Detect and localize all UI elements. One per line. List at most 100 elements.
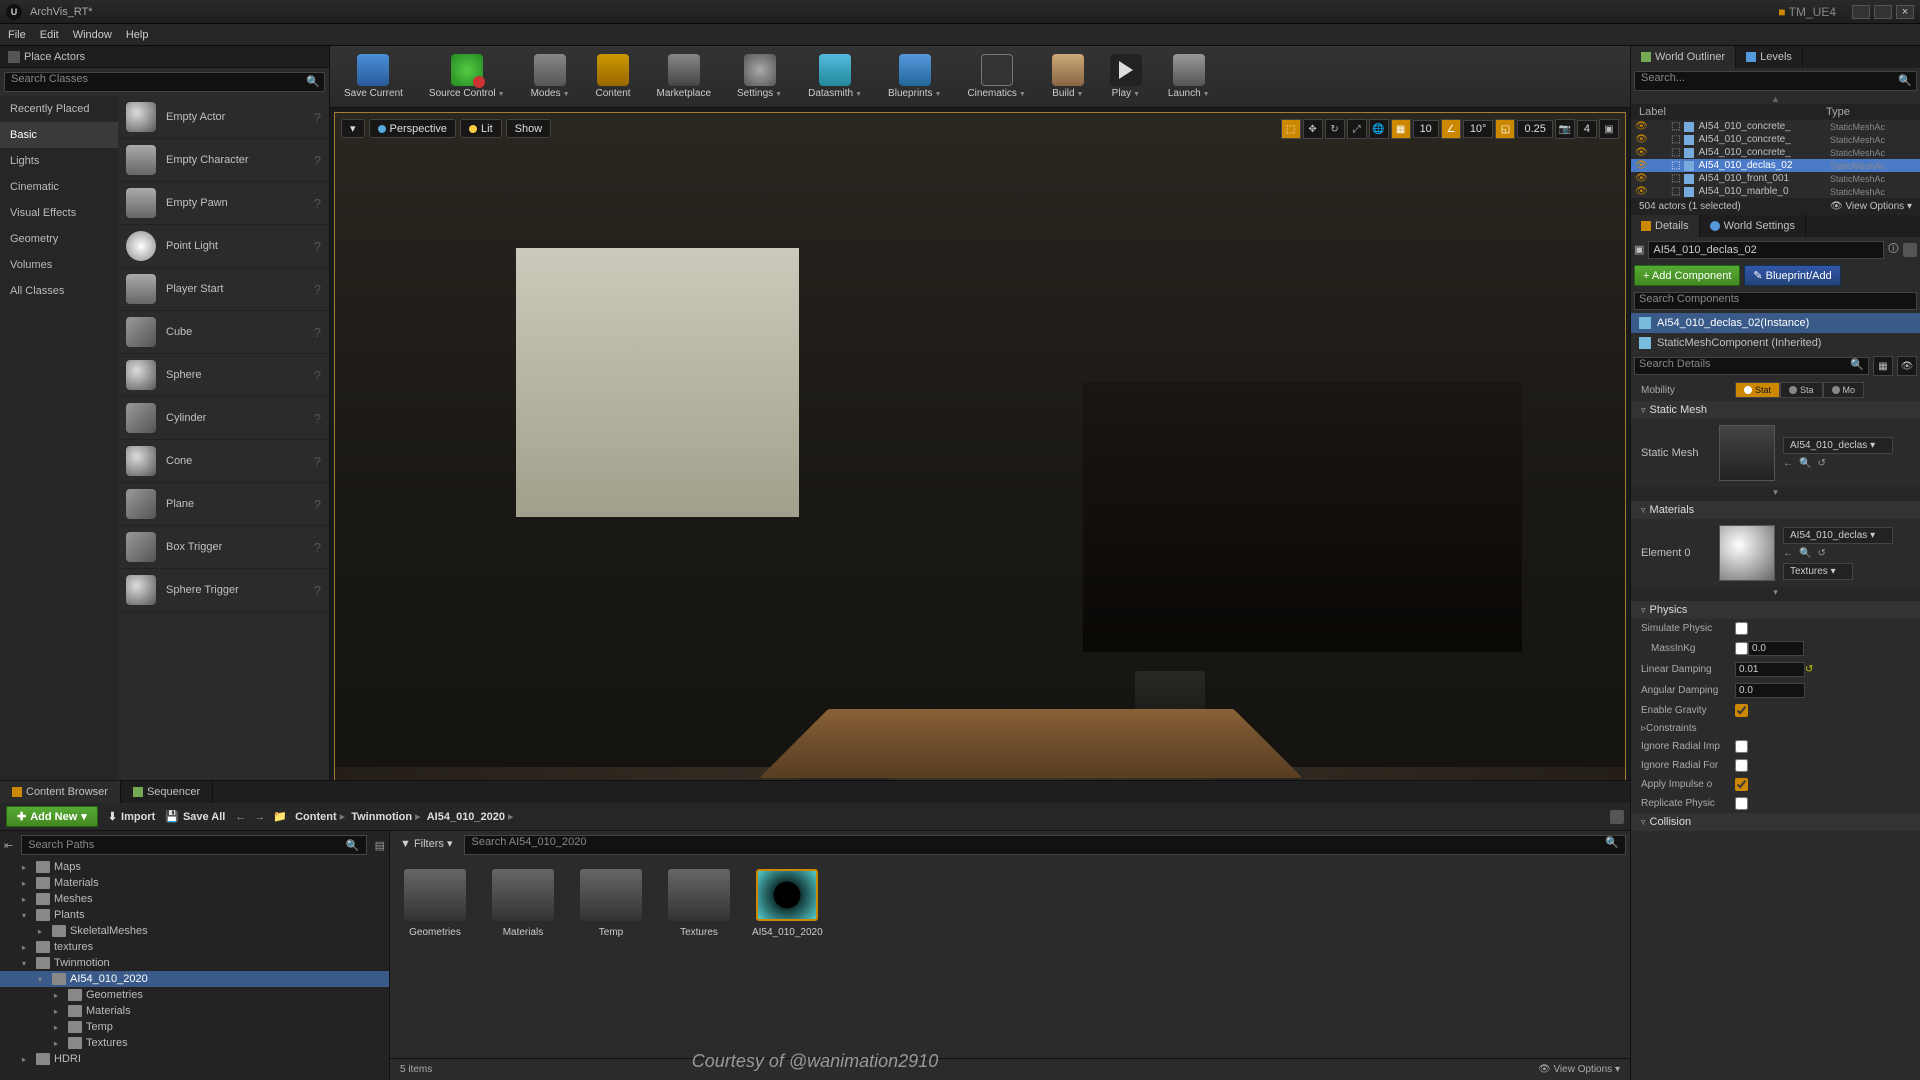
physics-section[interactable]: Physics [1631, 601, 1920, 619]
scale-snap-icon[interactable]: ◱ [1495, 119, 1515, 139]
expand-icon[interactable]: ▾ [22, 959, 32, 968]
grid-snap-value[interactable]: 10 [1413, 120, 1439, 138]
datasmith-button[interactable]: Datasmith▼ [804, 52, 866, 101]
menu-window[interactable]: Window [73, 29, 112, 41]
build-button[interactable]: Build▼ [1048, 52, 1088, 101]
visibility-icon[interactable]: 👁 [1635, 147, 1649, 158]
angle-snap-value[interactable]: 10° [1463, 120, 1494, 138]
actor-empty-actor[interactable]: Empty Actor? [118, 96, 329, 139]
help-icon[interactable]: ? [314, 454, 321, 469]
close-button[interactable]: × [1896, 5, 1914, 19]
use-selected-icon[interactable]: ← [1783, 548, 1793, 559]
expand-icon[interactable]: ▾ [22, 911, 32, 920]
outliner-row[interactable]: 👁⬚AI54_010_concrete_StaticMeshAc [1631, 120, 1920, 133]
viewport-show-button[interactable]: Show [506, 119, 552, 138]
help-icon[interactable]: ? [314, 153, 321, 168]
browse-asset-icon[interactable]: 🔍 [1799, 458, 1811, 469]
static-mesh-dropdown[interactable]: AI54_010_declas ▾ [1783, 437, 1893, 454]
actor-cube[interactable]: Cube? [118, 311, 329, 354]
content-item-materials[interactable]: Materials [488, 869, 558, 938]
ignore-radial-impulse-checkbox[interactable] [1735, 740, 1748, 753]
visibility-icon[interactable]: 👁 [1635, 173, 1649, 184]
outliner-search-input[interactable]: Search... 🔍 [1634, 71, 1917, 91]
camera-speed-value[interactable]: 4 [1577, 120, 1597, 138]
tree-node-textures[interactable]: ▸Textures [0, 1035, 389, 1051]
details-tab[interactable]: Details [1631, 215, 1700, 237]
tree-node-materials[interactable]: ▸Materials [0, 875, 389, 891]
source-control-button[interactable]: Source Control▼ [425, 52, 509, 101]
visibility-icon[interactable]: 👁 [1635, 186, 1649, 197]
search-details-input[interactable]: Search Details🔍 [1634, 357, 1869, 375]
tree-node-skeletalmeshes[interactable]: ▸SkeletalMeshes [0, 923, 389, 939]
rotate-mode-icon[interactable]: ↻ [1325, 119, 1345, 139]
outliner-row[interactable]: 👁⬚AI54_010_concrete_StaticMeshAc [1631, 133, 1920, 146]
expand-icon[interactable]: ▸ [22, 863, 32, 872]
select-mode-icon[interactable]: ⬚ [1281, 119, 1301, 139]
content-item-ai54_010_2020[interactable]: AI54_010_2020 [752, 869, 822, 938]
grid-snap-icon[interactable]: ▦ [1391, 119, 1411, 139]
search-components-input[interactable]: Search Components [1634, 292, 1917, 310]
use-selected-icon[interactable]: ← [1783, 458, 1793, 469]
category-basic[interactable]: Basic [0, 122, 118, 148]
mass-checkbox[interactable] [1735, 642, 1748, 655]
help-icon[interactable]: ? [314, 239, 321, 254]
help-icon[interactable]: ? [314, 583, 321, 598]
expand-icon[interactable]: ▸ [54, 1007, 64, 1016]
reset-icon[interactable]: ↺ [1817, 458, 1825, 469]
help-icon[interactable]: ? [314, 196, 321, 211]
viewport-options-button[interactable]: ▾ [341, 119, 365, 138]
content-item-textures[interactable]: Textures [664, 869, 734, 938]
tree-node-twinmotion[interactable]: ▾Twinmotion [0, 955, 389, 971]
category-all-classes[interactable]: All Classes [0, 278, 118, 304]
expand-bar[interactable]: ▾ [1631, 587, 1920, 601]
expand-icon[interactable]: ▸ [22, 943, 32, 952]
static-mesh-component-row[interactable]: StaticMeshComponent (Inherited) [1631, 333, 1920, 353]
actor-name-input[interactable] [1648, 241, 1883, 259]
linear-damping-input[interactable] [1735, 662, 1805, 677]
tree-collapse-icon[interactable]: ▤ [371, 839, 389, 852]
menu-file[interactable]: File [8, 29, 26, 41]
tree-node-textures[interactable]: ▸textures [0, 939, 389, 955]
instance-row[interactable]: AI54_010_declas_02(Instance) [1631, 313, 1920, 333]
search-classes-input[interactable]: Search Classes 🔍 [4, 72, 325, 92]
material-dropdown[interactable]: AI54_010_declas ▾ [1783, 527, 1893, 544]
menu-help[interactable]: Help [126, 29, 149, 41]
content-item-temp[interactable]: Temp [576, 869, 646, 938]
levels-tab[interactable]: Levels [1736, 46, 1803, 68]
mobility-selector[interactable]: Stat Sta Mo [1735, 382, 1864, 398]
help-icon[interactable]: ? [314, 325, 321, 340]
expand-icon[interactable]: ▸ [54, 1023, 64, 1032]
outliner-row[interactable]: 👁⬚AI54_010_front_001StaticMeshAc [1631, 172, 1920, 185]
settings-button[interactable]: Settings▼ [733, 52, 786, 101]
breadcrumb[interactable]: Content▸ Twinmotion▸ AI54_010_2020▸ [295, 810, 516, 823]
visibility-icon[interactable]: 👁 [1635, 121, 1649, 132]
expand-icon[interactable]: ▸ [38, 927, 48, 936]
scale-snap-value[interactable]: 0.25 [1517, 120, 1552, 138]
blueprints-button[interactable]: Blueprints▼ [884, 52, 945, 101]
marketplace-button[interactable]: Marketplace [653, 52, 715, 101]
apply-impulse-checkbox[interactable] [1735, 778, 1748, 791]
translate-mode-icon[interactable]: ✥ [1303, 119, 1323, 139]
sources-toggle-icon[interactable]: ⇤ [0, 839, 17, 852]
property-matrix-icon[interactable]: ▦ [1873, 356, 1893, 376]
launch-button[interactable]: Launch▼ [1164, 52, 1214, 101]
add-new-button[interactable]: ✚Add New▾ [6, 806, 98, 827]
tree-node-materials[interactable]: ▸Materials [0, 1003, 389, 1019]
outliner-row[interactable]: 👁⬚AI54_010_concrete_StaticMeshAc [1631, 146, 1920, 159]
save-current-button[interactable]: Save Current [340, 52, 407, 101]
tree-node-ai54_010_2020[interactable]: ▾AI54_010_2020 [0, 971, 389, 987]
actor-sphere[interactable]: Sphere? [118, 354, 329, 397]
category-visual-effects[interactable]: Visual Effects [0, 200, 118, 226]
browse-asset-icon[interactable]: 🔍 [1799, 548, 1811, 559]
details-view-icon[interactable]: 👁 [1897, 356, 1917, 376]
angular-damping-input[interactable] [1735, 683, 1805, 698]
category-volumes[interactable]: Volumes [0, 252, 118, 278]
reset-icon[interactable]: ↺ [1817, 548, 1825, 559]
materials-section[interactable]: Materials [1631, 501, 1920, 519]
nav-back-button[interactable]: ← [235, 811, 246, 823]
search-paths-input[interactable]: Search Paths🔍 [21, 835, 366, 855]
world-outliner-tab[interactable]: World Outliner [1631, 46, 1736, 68]
static-mesh-section[interactable]: Static Mesh [1631, 401, 1920, 419]
tree-node-maps[interactable]: ▸Maps [0, 859, 389, 875]
actor-cylinder[interactable]: Cylinder? [118, 397, 329, 440]
